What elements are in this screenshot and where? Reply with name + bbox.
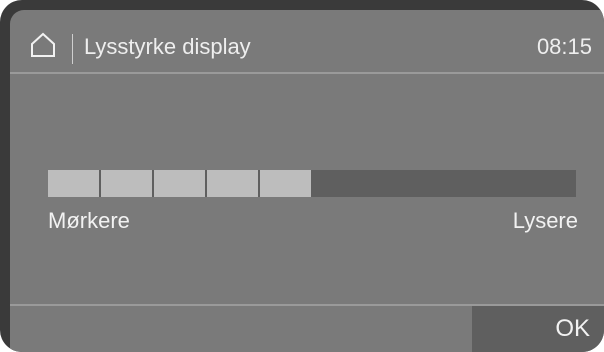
display-screen: Lysstyrke display 08:15 Mørkere Lysere O… — [10, 10, 604, 352]
brightness-segment-filled — [260, 170, 311, 197]
ok-button-label: OK — [555, 315, 590, 342]
ok-button[interactable]: OK — [472, 306, 604, 352]
lighter-label: Lysere — [512, 208, 578, 233]
brightness-segment-filled — [48, 170, 99, 197]
brightness-segment-filled — [101, 170, 152, 197]
brightness-slider[interactable] — [48, 170, 576, 197]
header-bar: Lysstyrke display 08:15 — [10, 10, 604, 74]
clock: 08:15 — [536, 34, 592, 59]
device-frame: Lysstyrke display 08:15 Mørkere Lysere O… — [0, 0, 604, 352]
home-icon[interactable] — [30, 32, 56, 58]
header-divider — [72, 34, 73, 64]
page-title: Lysstyrke display — [84, 34, 251, 59]
darker-label: Mørkere — [48, 208, 130, 233]
brightness-segment-filled — [154, 170, 205, 197]
brightness-level-segments — [48, 170, 313, 197]
header-separator — [10, 72, 604, 74]
brightness-segment-filled — [207, 170, 258, 197]
